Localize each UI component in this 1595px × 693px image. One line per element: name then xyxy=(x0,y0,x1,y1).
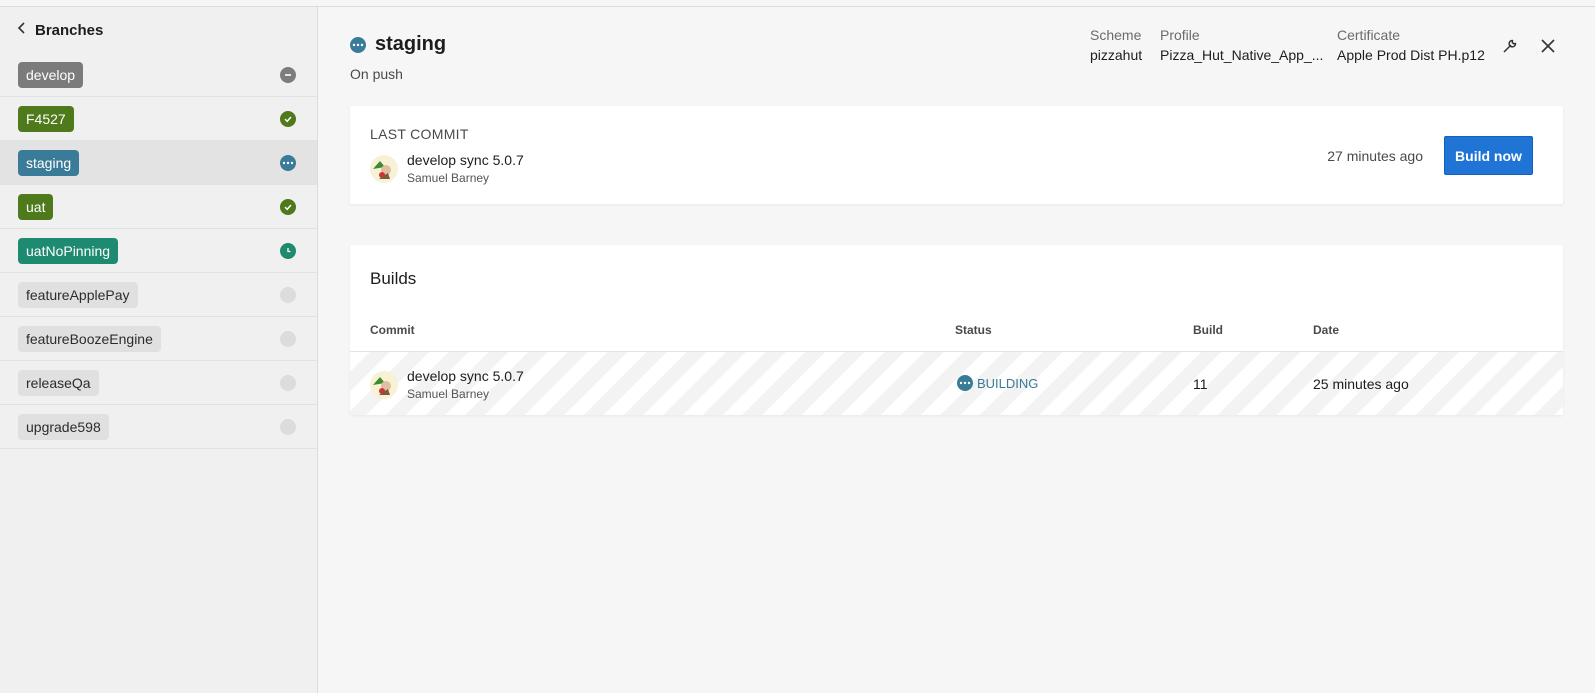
sidebar-item-f4527[interactable]: F4527 xyxy=(0,97,317,141)
build-number: 11 xyxy=(1193,376,1208,392)
branch-tag: develop xyxy=(18,61,84,88)
avatar xyxy=(370,154,398,183)
scheme-info: Scheme pizzahut xyxy=(1090,27,1142,63)
branch-tag: releaseQa xyxy=(18,369,99,396)
column-header-date: Date xyxy=(1313,323,1340,337)
branch-detail-panel: staging On push Scheme pizzahut Profile … xyxy=(318,7,1595,693)
close-button[interactable] xyxy=(1537,35,1559,57)
sidebar-item-staging[interactable]: staging xyxy=(0,141,317,185)
edit-settings-button[interactable] xyxy=(1499,35,1521,57)
no-status-icon xyxy=(280,374,296,391)
sidebar-item-featureboozeengine[interactable]: featureBoozeEngine xyxy=(0,317,317,361)
last-commit-time: 27 minutes ago xyxy=(1327,148,1423,164)
column-header-status: Status xyxy=(955,323,992,337)
commit-message: develop sync 5.0.7 xyxy=(407,368,524,384)
avatar xyxy=(370,370,398,399)
table-row[interactable]: develop sync 5.0.7 Samuel Barney BUILDIN… xyxy=(350,351,1563,415)
commit-author: Samuel Barney xyxy=(407,171,490,185)
profile-value: Pizza_Hut_Native_App_... xyxy=(1160,47,1324,63)
page-title: staging xyxy=(375,33,447,55)
branch-tag: featureBoozeEngine xyxy=(18,325,161,352)
scheme-value: pizzahut xyxy=(1090,47,1143,63)
success-check-icon xyxy=(280,198,296,215)
column-header-build: Build xyxy=(1193,323,1223,337)
column-header-commit: Commit xyxy=(370,323,415,337)
no-status-icon xyxy=(280,418,296,435)
chevron-left-icon xyxy=(17,21,27,40)
status-badge: BUILDING xyxy=(957,375,1038,391)
close-icon xyxy=(1541,39,1555,53)
building-dots-icon xyxy=(280,154,296,171)
build-commit-cell: develop sync 5.0.7 Samuel Barney xyxy=(370,368,524,401)
last-commit-info: develop sync 5.0.7 Samuel Barney xyxy=(370,152,524,185)
last-commit-label: LAST COMMIT xyxy=(370,126,469,142)
branch-tag: upgrade598 xyxy=(18,413,109,440)
window-top-border xyxy=(0,0,1595,7)
branches-back-link[interactable]: Branches xyxy=(0,7,317,53)
building-dots-icon xyxy=(957,375,973,391)
certificate-label: Certificate xyxy=(1337,27,1401,43)
branch-tag: uat xyxy=(18,193,54,220)
scheme-label: Scheme xyxy=(1090,27,1142,43)
commit-message: develop sync 5.0.7 xyxy=(407,152,524,168)
no-status-icon xyxy=(280,330,296,347)
commit-author: Samuel Barney xyxy=(407,387,490,401)
profile-label: Profile xyxy=(1160,27,1200,43)
sidebar-item-develop[interactable]: develop xyxy=(0,53,317,97)
sidebar-item-featureapplepay[interactable]: featureApplePay xyxy=(0,273,317,317)
profile-info: Profile Pizza_Hut_Native_App_... xyxy=(1160,27,1323,63)
status-text: BUILDING xyxy=(977,375,1039,391)
clock-icon xyxy=(280,242,296,259)
branches-sidebar: Branches develop F4527 staging uat uatNo… xyxy=(0,7,318,693)
branch-tag: uatNoPinning xyxy=(18,237,119,264)
builds-title: Builds xyxy=(370,269,417,288)
branches-header-label: Branches xyxy=(35,21,104,39)
sidebar-item-uat[interactable]: uat xyxy=(0,185,317,229)
sidebar-item-uatnopinning[interactable]: uatNoPinning xyxy=(0,229,317,273)
success-check-icon xyxy=(280,110,296,127)
trigger-label: On push xyxy=(350,66,403,82)
last-commit-card: LAST COMMIT develop sync 5.0.7 Samuel Ba… xyxy=(350,106,1563,204)
sidebar-item-upgrade598[interactable]: upgrade598 xyxy=(0,405,317,449)
branch-tag: F4527 xyxy=(18,105,74,132)
builds-card: Builds Commit Status Build Date develop … xyxy=(350,245,1563,415)
branch-tag: featureApplePay xyxy=(18,281,138,308)
build-now-button[interactable]: Build now xyxy=(1444,136,1533,175)
sidebar-item-releaseqa[interactable]: releaseQa xyxy=(0,361,317,405)
disabled-status-icon xyxy=(280,66,296,83)
building-dots-icon xyxy=(350,36,366,53)
wrench-icon xyxy=(1503,39,1517,53)
branch-tag: staging xyxy=(18,149,80,176)
certificate-value: Apple Prod Dist PH.p12 xyxy=(1337,47,1485,63)
build-date: 25 minutes ago xyxy=(1313,376,1409,392)
certificate-info: Certificate Apple Prod Dist PH.p12 xyxy=(1337,27,1485,63)
no-status-icon xyxy=(280,286,296,303)
branch-header: staging On push xyxy=(350,33,446,82)
